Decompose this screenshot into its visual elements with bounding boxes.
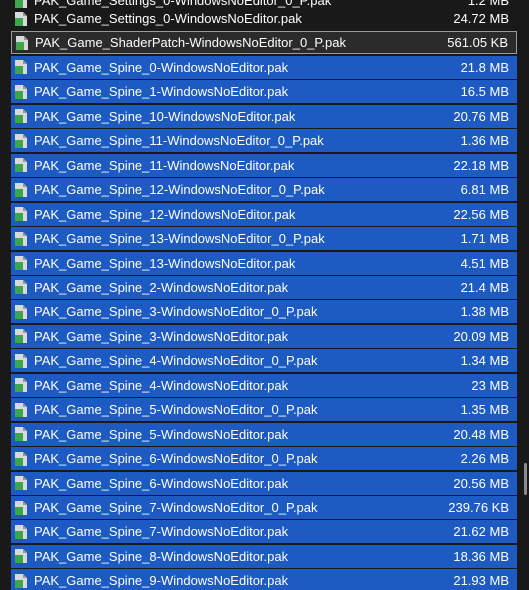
file-size: 561.05 KB [447,35,508,51]
file-icon [14,279,28,295]
file-name: PAK_Game_Spine_3-WindowsNoEditor.pak [34,328,289,344]
file-name: PAK_Game_Spine_3-WindowsNoEditor_0_P.pak [34,304,318,320]
file-icon [14,255,28,271]
file-list: PAK_Game_Settings_0-WindowsNoEditor_0_P.… [0,0,529,590]
file-name: PAK_Game_Settings_0-WindowsNoEditor.pak [34,11,302,26]
file-icon [14,84,28,100]
file-icon [14,573,28,589]
file-row[interactable]: PAK_Game_Spine_11-WindowsNoEditor.pak 22.… [11,153,517,177]
file-name: PAK_Game_Spine_11-WindowsNoEditor_0_P.pa… [34,133,324,149]
file-size: 2.26 MB [460,451,509,467]
file-row[interactable]: PAK_Game_Spine_13-WindowsNoEditor.pak 4.5… [11,251,517,275]
file-size: 1.35 MB [460,402,509,418]
file-name: PAK_Game_Spine_4-WindowsNoEditor.pak [34,377,289,393]
file-size: 20.56 MB [453,475,509,491]
file-icon [14,11,28,27]
file-row[interactable]: PAK_Game_ShaderPatch-WindowsNoEditor_0_P… [11,31,517,55]
file-size: 18.36 MB [453,548,509,564]
file-row[interactable]: PAK_Game_Spine_13-WindowsNoEditor_0_P.pa… [11,227,517,251]
file-size: 1.34 MB [460,353,509,369]
file-name: PAK_Game_Spine_12-WindowsNoEditor_0_P.pa… [34,182,325,198]
file-row[interactable]: PAK_Game_Spine_6-WindowsNoEditor.pak 20.5… [11,471,517,495]
file-size: 23 MB [471,377,509,393]
file-row[interactable]: PAK_Game_Spine_5-WindowsNoEditor_0_P.pak… [11,398,517,422]
file-icon [15,35,29,51]
file-icon [14,548,28,564]
file-row[interactable]: PAK_Game_Spine_12-WindowsNoEditor.pak 22.… [11,202,517,226]
file-name: PAK_Game_Spine_12-WindowsNoEditor.pak [34,206,296,222]
file-row[interactable]: PAK_Game_Spine_8-WindowsNoEditor.pak 18.3… [11,544,517,568]
file-name: PAK_Game_Spine_6-WindowsNoEditor.pak [34,475,289,491]
file-size: 1.38 MB [460,304,509,320]
file-row[interactable]: PAK_Game_Spine_11-WindowsNoEditor_0_P.pa… [11,129,517,153]
file-row[interactable]: PAK_Game_Spine_5-WindowsNoEditor.pak 20.4… [11,422,517,446]
file-size: 20.48 MB [453,426,509,442]
file-icon [14,377,28,393]
file-size: 1.71 MB [460,231,509,247]
file-name: PAK_Game_Spine_7-WindowsNoEditor.pak [34,524,289,540]
scrollbar-thumb[interactable] [524,463,527,495]
file-size: 21.93 MB [453,573,509,589]
file-row[interactable]: PAK_Game_Spine_7-WindowsNoEditor_0_P.pak… [11,496,517,519]
file-row[interactable]: PAK_Game_Spine_4-WindowsNoEditor.pak 23 M… [11,373,517,397]
file-name: PAK_Game_Spine_9-WindowsNoEditor.pak [34,573,289,589]
file-icon [14,304,28,320]
file-size: 6.81 MB [460,182,509,198]
file-size: 239.76 KB [448,500,509,515]
file-row[interactable]: PAK_Game_Settings_0-WindowsNoEditor.pak 2… [11,7,517,30]
file-icon [14,133,28,149]
file-name: PAK_Game_Spine_6-WindowsNoEditor_0_P.pak [34,451,318,467]
file-name: PAK_Game_Spine_5-WindowsNoEditor_0_P.pak [34,402,318,418]
file-row[interactable]: PAK_Game_Spine_4-WindowsNoEditor_0_P.pak… [11,349,517,373]
file-name: PAK_Game_Spine_13-WindowsNoEditor.pak [34,255,296,271]
file-name: PAK_Game_Spine_10-WindowsNoEditor.pak [34,108,296,124]
file-name: PAK_Game_Spine_5-WindowsNoEditor.pak [34,426,289,442]
file-icon [14,108,28,124]
file-row[interactable]: PAK_Game_Spine_6-WindowsNoEditor_0_P.pak… [11,447,517,471]
file-size: 16.5 MB [460,84,509,100]
file-icon [14,353,28,369]
file-icon [14,426,28,442]
file-icon [14,451,28,467]
file-icon [14,59,28,75]
file-name: PAK_Game_ShaderPatch-WindowsNoEditor_0_P… [35,35,346,51]
file-row[interactable]: PAK_Game_Spine_1-WindowsNoEditor.pak 16.5… [11,80,517,104]
file-icon [14,157,28,173]
file-row[interactable]: PAK_Game_Spine_9-WindowsNoEditor.pak 21.9… [11,569,517,590]
file-name: PAK_Game_Spine_0-WindowsNoEditor.pak [34,59,289,75]
file-size: 20.76 MB [453,108,509,124]
file-row[interactable]: PAK_Game_Spine_3-WindowsNoEditor.pak 20.0… [11,324,517,348]
file-name: PAK_Game_Spine_2-WindowsNoEditor.pak [34,279,289,295]
file-name: PAK_Game_Spine_13-WindowsNoEditor_0_P.pa… [34,231,325,247]
file-icon [14,475,28,491]
file-name: PAK_Game_Spine_11-WindowsNoEditor.pak [34,157,295,173]
file-size: 21.8 MB [460,59,509,75]
file-size: 20.09 MB [453,328,509,344]
file-row[interactable]: PAK_Game_Spine_10-WindowsNoEditor.pak 20.… [11,104,517,128]
file-size: 21.4 MB [460,279,509,295]
file-icon [14,402,28,418]
file-size: 22.56 MB [453,206,509,222]
file-size: 4.51 MB [460,255,509,271]
file-row[interactable]: PAK_Game_Spine_0-WindowsNoEditor.pak 21.8… [11,55,517,79]
file-icon [14,231,28,247]
file-size: 1.36 MB [460,133,509,149]
file-name: PAK_Game_Spine_7-WindowsNoEditor_0_P.pak [34,500,318,515]
file-size: 22.18 MB [453,157,509,173]
file-name: PAK_Game_Spine_4-WindowsNoEditor_0_P.pak [34,353,318,369]
file-icon [14,524,28,540]
file-size: 24.72 MB [453,11,509,26]
file-icon [14,182,28,198]
file-row[interactable]: PAK_Game_Spine_7-WindowsNoEditor.pak 21.6… [11,520,517,544]
file-row[interactable]: PAK_Game_Spine_12-WindowsNoEditor_0_P.pa… [11,178,517,202]
file-name: PAK_Game_Spine_8-WindowsNoEditor.pak [34,548,289,564]
file-icon [14,328,28,344]
file-icon [14,500,28,516]
file-size: 21.62 MB [453,524,509,540]
file-row[interactable]: PAK_Game_Spine_2-WindowsNoEditor.pak 21.4… [11,275,517,299]
file-icon [14,206,28,222]
file-name: PAK_Game_Spine_1-WindowsNoEditor.pak [34,84,289,100]
file-row[interactable]: PAK_Game_Spine_3-WindowsNoEditor_0_P.pak… [11,300,517,324]
